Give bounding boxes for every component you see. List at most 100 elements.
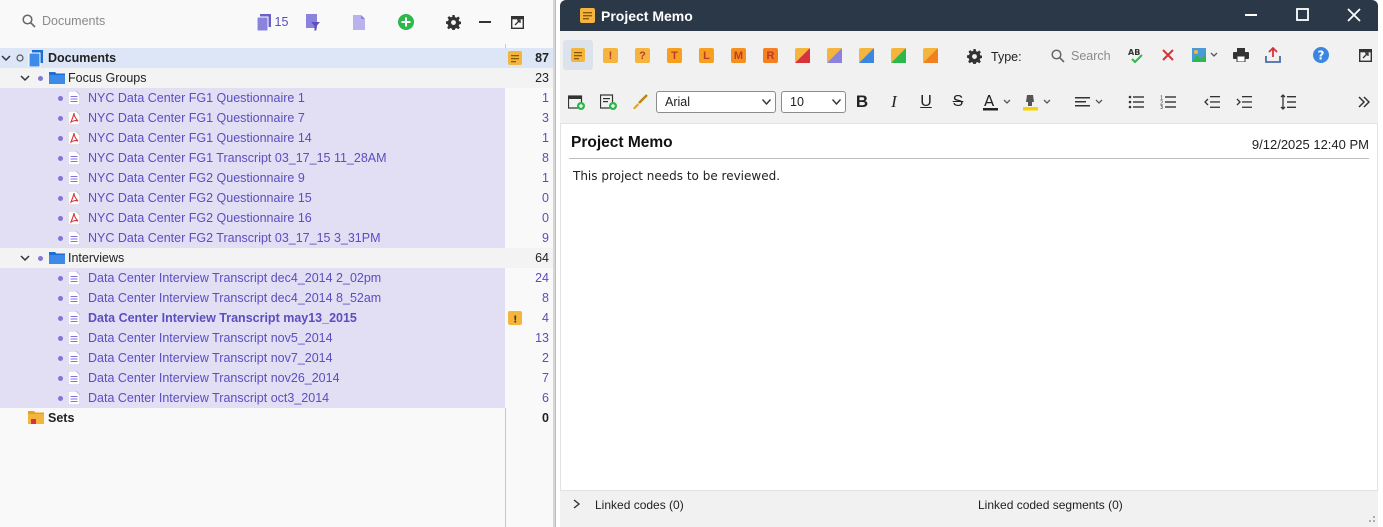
tree-group-interviews[interactable]: Interviews 64 (0, 248, 555, 268)
activation-dot[interactable] (58, 276, 63, 281)
memo-type-letter-button[interactable]: L (699, 48, 714, 63)
add-button[interactable] (397, 12, 415, 32)
activation-dot[interactable] (58, 96, 63, 101)
documents-search[interactable]: Documents (22, 14, 105, 28)
tree-root-documents[interactable]: Documents 87 (0, 48, 555, 68)
memo-type-color-button[interactable] (795, 48, 810, 63)
memo-body-text[interactable]: This project needs to be reviewed. (573, 169, 780, 183)
document-row[interactable]: NYC Data Center FG1 Questionnaire 7 3 (0, 108, 555, 128)
numbered-list-button[interactable]: 123 (1158, 92, 1178, 112)
undock-panel-button[interactable] (509, 12, 525, 32)
memo-titlebar[interactable]: Project Memo (560, 0, 1378, 31)
activation-dot[interactable] (58, 376, 63, 381)
activation-dot[interactable] (58, 296, 63, 301)
align-button[interactable] (1072, 92, 1108, 112)
pdf-document-icon (68, 131, 80, 145)
chevron-down-icon[interactable] (20, 73, 30, 83)
document-row[interactable]: NYC Data Center FG1 Questionnaire 14 1 (0, 128, 555, 148)
chevron-right-icon[interactable] (573, 499, 581, 509)
memo-type-letter-button[interactable]: R (763, 48, 778, 63)
document-row[interactable]: Data Center Interview Transcript may13_2… (0, 308, 555, 328)
activation-dot[interactable] (58, 216, 63, 221)
document-row[interactable]: NYC Data Center FG2 Transcript 03_17_15 … (0, 228, 555, 248)
memo-type-letter-button[interactable]: ? (635, 48, 650, 63)
text-document-icon (68, 271, 80, 285)
document-row[interactable]: NYC Data Center FG2 Questionnaire 15 0 (0, 188, 555, 208)
underline-button[interactable]: U (916, 92, 936, 112)
font-color-button[interactable]: A (980, 92, 1016, 112)
filter-documents-button[interactable] (304, 12, 322, 32)
memo-type-color-button[interactable] (891, 48, 906, 63)
activation-dot[interactable] (58, 356, 63, 361)
memo-type-color-button[interactable] (923, 48, 938, 63)
document-row[interactable]: NYC Data Center FG2 Questionnaire 9 1 (0, 168, 555, 188)
memo-type-letter-button[interactable]: ! (603, 48, 618, 63)
strikethrough-button[interactable]: S (948, 92, 968, 112)
spellcheck-button[interactable]: AB (1126, 45, 1146, 65)
window-close-icon[interactable] (1347, 8, 1361, 22)
activation-dot[interactable] (38, 76, 43, 81)
linked-codes-label[interactable]: Linked codes (0) (595, 498, 684, 512)
activation-dot[interactable] (58, 156, 63, 161)
linked-segments-label[interactable]: Linked coded segments (0) (978, 498, 1123, 512)
document-row[interactable]: Data Center Interview Transcript dec4_20… (0, 288, 555, 308)
activation-dot[interactable] (58, 136, 63, 141)
memo-type-color-button[interactable] (859, 48, 874, 63)
radio-circle-icon[interactable] (16, 54, 24, 62)
activation-dot[interactable] (58, 316, 63, 321)
document-row[interactable]: Data Center Interview Transcript dec4_20… (0, 268, 555, 288)
window-minimize-icon[interactable] (1245, 14, 1257, 16)
window-maximize-icon[interactable] (1296, 8, 1309, 21)
document-row[interactable]: NYC Data Center FG1 Transcript 03_17_15 … (0, 148, 555, 168)
delete-x-icon (1162, 49, 1174, 61)
format-painter-button[interactable] (630, 92, 650, 112)
tree-sets[interactable]: Sets 0 (0, 408, 555, 428)
italic-button[interactable]: I (884, 92, 904, 112)
activation-dot[interactable] (38, 256, 43, 261)
document-row[interactable]: NYC Data Center FG2 Questionnaire 16 0 (0, 208, 555, 228)
memo-search[interactable]: Search (1051, 47, 1111, 65)
activation-dot[interactable] (58, 336, 63, 341)
document-row[interactable]: Data Center Interview Transcript nov7_20… (0, 348, 555, 368)
document-row[interactable]: Data Center Interview Transcript nov5_20… (0, 328, 555, 348)
highlight-color-button[interactable] (1020, 92, 1056, 112)
memo-type-letter-button[interactable]: M (731, 48, 746, 63)
insert-date-button[interactable] (566, 92, 586, 112)
memo-type-color-button[interactable] (827, 48, 842, 63)
more-tools-button[interactable] (1354, 92, 1374, 112)
activation-dot[interactable] (58, 176, 63, 181)
line-spacing-button[interactable] (1278, 92, 1298, 112)
memo-type-letter-button[interactable]: T (667, 48, 682, 63)
new-document-button[interactable] (350, 12, 368, 32)
insert-picture-button[interactable] (1190, 45, 1220, 65)
memo-editor[interactable]: Project Memo 9/12/2025 12:40 PM This pro… (560, 123, 1378, 491)
bold-button[interactable]: B (852, 92, 872, 112)
chevron-down-icon[interactable] (1, 53, 11, 63)
export-button[interactable] (1262, 45, 1284, 65)
font-size-select[interactable]: 10 (781, 91, 846, 113)
activation-dot[interactable] (58, 116, 63, 121)
undock-memo-button[interactable] (1354, 45, 1376, 65)
activation-dot[interactable] (58, 396, 63, 401)
chevron-down-icon[interactable] (20, 253, 30, 263)
font-family-select[interactable]: Arial (656, 91, 776, 113)
activation-dot[interactable] (58, 236, 63, 241)
tree-group-focus-groups[interactable]: Focus Groups 23 (0, 68, 555, 88)
print-button[interactable] (1230, 45, 1252, 65)
bullet-list-button[interactable] (1126, 92, 1146, 112)
activation-dot[interactable] (58, 196, 63, 201)
decrease-indent-button[interactable] (1202, 92, 1222, 112)
resize-grip-icon[interactable] (1366, 513, 1376, 523)
help-button[interactable]: ? (1310, 45, 1332, 65)
document-row[interactable]: NYC Data Center FG1 Questionnaire 1 1 (0, 88, 555, 108)
minimize-panel-button[interactable] (477, 12, 493, 32)
settings-button[interactable] (444, 12, 462, 32)
document-count-button[interactable]: 15 (255, 12, 289, 32)
increase-indent-button[interactable] (1234, 92, 1254, 112)
document-label: NYC Data Center FG2 Questionnaire 9 (88, 171, 305, 185)
memo-type-standard-button[interactable] (563, 40, 593, 70)
document-row[interactable]: Data Center Interview Transcript nov26_2… (0, 368, 555, 388)
document-row[interactable]: Data Center Interview Transcript oct3_20… (0, 388, 555, 408)
insert-link-button[interactable] (598, 92, 618, 112)
delete-memo-button[interactable] (1158, 45, 1178, 65)
